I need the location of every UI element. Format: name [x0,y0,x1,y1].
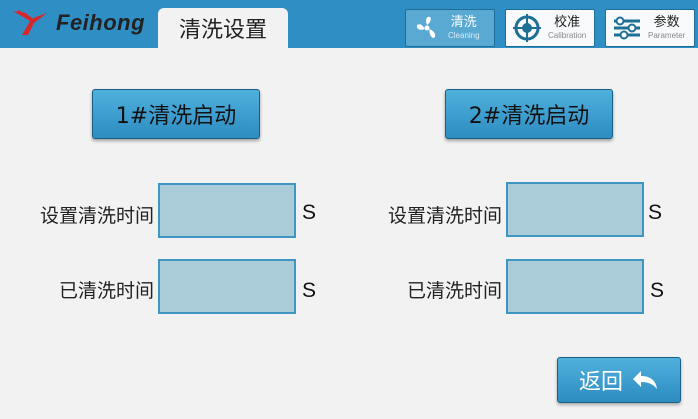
set-time-input-2[interactable] [506,182,644,237]
elapsed-time-label-2: 已清洗时间 [406,280,502,302]
set-time-input-1[interactable] [158,183,296,238]
elapsed-time-unit-1: S [302,279,317,302]
nav-parameter-label: 参数 [653,15,680,30]
back-button[interactable]: 返回 [557,357,681,403]
fan-icon [412,13,442,43]
nav-calibration-sublabel: Calibration [548,31,587,40]
nav-cleaning-label: 清洗 [450,15,477,30]
nav-cleaning-button[interactable]: 清洗 Cleaning [405,9,495,47]
sliders-icon [612,13,642,43]
set-time-label-2: 设置清洗时间 [387,205,502,227]
elapsed-time-display-1 [158,259,296,314]
back-button-label: 返回 [578,370,623,395]
nav-calibration-button[interactable]: 校准 Calibration [505,9,595,47]
logo-text: Feihong [56,10,146,35]
start-cleaning-1-button[interactable]: 1#清洗启动 [92,89,260,139]
elapsed-time-label-1: 已清洗时间 [58,280,154,302]
page-title-tab: 清洗设置 [158,8,288,48]
nav-calibration-label: 校准 [554,15,581,30]
feihong-logo-icon [13,9,47,35]
set-time-unit-1: S [302,201,317,224]
set-time-label-1: 设置清洗时间 [39,205,154,227]
nav-parameter-button[interactable]: 参数 Parameter [605,9,695,47]
return-arrow-icon [633,371,657,389]
elapsed-time-unit-2: S [650,279,665,302]
target-icon [512,13,542,43]
header-bar: Feihong 清洗设置 清洗 Cleaning 校准 Calibration … [0,0,698,48]
set-time-unit-2: S [648,201,663,224]
start-cleaning-2-button[interactable]: 2#清洗启动 [445,89,613,139]
elapsed-time-display-2 [506,259,644,314]
nav-cleaning-sublabel: Cleaning [448,31,480,40]
brand-logo: Feihong [10,6,145,40]
nav-parameter-sublabel: Parameter [648,31,686,40]
